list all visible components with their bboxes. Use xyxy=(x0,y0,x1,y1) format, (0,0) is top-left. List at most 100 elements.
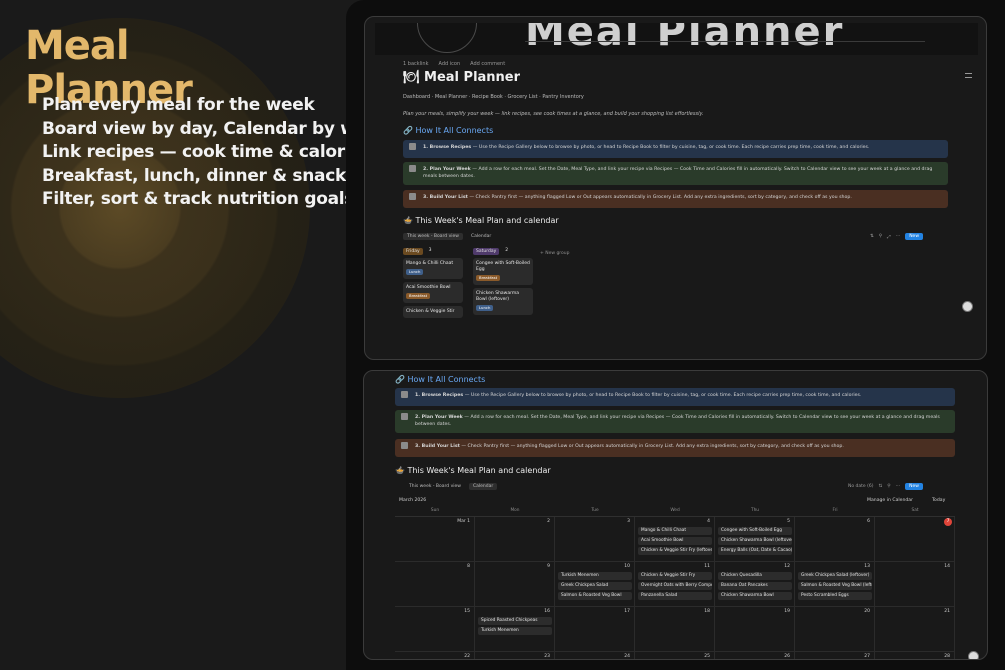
day-number: 14 xyxy=(944,564,950,569)
view-tools: ⇅ ⚲ ⤢ ⋯ New xyxy=(870,233,924,240)
calendar-day[interactable]: 22 xyxy=(395,652,475,659)
calendar-day[interactable]: 25 xyxy=(635,652,715,659)
meal-card[interactable]: Congee with Soft-Boiled Egg Breakfast xyxy=(473,258,533,285)
cover-title: Meal Planner xyxy=(525,23,845,55)
breadcrumb[interactable]: Dashboard · Meal Planner · Recipe Book ·… xyxy=(403,94,584,100)
search-icon[interactable]: ⚲ xyxy=(887,484,890,489)
meal-name: Mango & Chilli Chaat xyxy=(406,261,454,266)
tab-calendar[interactable]: Calendar xyxy=(467,233,495,240)
step-text: — Check Pantry first — anything flagged … xyxy=(459,444,844,449)
calendar-day[interactable]: 2 xyxy=(475,517,555,562)
calendar-day[interactable]: 15 xyxy=(395,607,475,652)
calendar-day[interactable]: 3 xyxy=(555,517,635,562)
calendar-day[interactable]: 24 xyxy=(555,652,635,659)
expand-icon[interactable]: ⤢ xyxy=(887,234,891,240)
no-date-link[interactable]: No date (6) xyxy=(848,484,874,489)
menu-icon[interactable] xyxy=(965,73,972,78)
calendar-day[interactable]: 11 Chicken & Veggie Stir Fry Overnight Oat… xyxy=(635,562,715,607)
calendar-event[interactable]: Overnight Oats with Berry Compote xyxy=(638,582,712,590)
calendar-day[interactable]: 8 xyxy=(395,562,475,607)
day-number: 7 xyxy=(944,518,952,526)
calendar-event[interactable]: Salmon & Roasted Veg Bowl xyxy=(558,592,632,600)
calendar-day[interactable]: 21 xyxy=(875,607,955,652)
calendar-event[interactable]: Chicken Shawarma Bowl xyxy=(718,592,792,600)
calendar-day[interactable]: 5 Congee with Soft-Boiled Egg Chicken Shaw… xyxy=(715,517,795,562)
calendar-event[interactable]: Congee with Soft-Boiled Egg xyxy=(718,527,792,535)
new-button[interactable]: New xyxy=(905,483,923,490)
calendar-event[interactable]: Banana Oat Pancakes xyxy=(718,582,792,590)
sort-icon[interactable]: ⇅ xyxy=(879,484,883,489)
day-number: 9 xyxy=(547,564,550,569)
calendar-day[interactable]: 17 xyxy=(555,607,635,652)
calendar-event[interactable]: Salmon & Roasted Veg Bowl (leftover) xyxy=(798,582,872,590)
calendar-day[interactable]: 7 xyxy=(875,517,955,562)
calendar-day[interactable]: 26 xyxy=(715,652,795,659)
notion-page-window: Meal Planner 1 backlink Add icon Add com… xyxy=(364,16,987,360)
meal-card[interactable]: Mango & Chilli Chaat Lunch xyxy=(403,258,463,279)
calendar-day[interactable]: 9 xyxy=(475,562,555,607)
add-comment-button[interactable]: Add comment xyxy=(470,61,505,67)
calendar-day[interactable]: 28 xyxy=(875,652,955,659)
calendar-event[interactable]: Chicken & Veggie Stir Fry xyxy=(638,572,712,580)
new-button[interactable]: New xyxy=(905,233,924,240)
tab-board-view[interactable]: This week - Board view xyxy=(405,483,465,490)
calendar-day[interactable]: 4 Mango & Chilli Chaat Acai Smoothie Bowl C… xyxy=(635,517,715,562)
calendar-event[interactable]: Acai Smoothie Bowl xyxy=(638,537,712,545)
calendar-day[interactable]: 20 xyxy=(795,607,875,652)
step-text: — Use the Recipe Gallery below to browse… xyxy=(471,145,870,150)
avatar[interactable] xyxy=(968,651,979,659)
calendar-day[interactable]: 23 xyxy=(475,652,555,659)
tab-board-view[interactable]: This week - Board view xyxy=(403,233,463,240)
column-header: Saturday 2 xyxy=(473,248,533,255)
more-icon[interactable]: ⋯ xyxy=(896,484,901,489)
calendar-day[interactable]: 16 Spiced Roasted Chickpeas Turkish Meneme… xyxy=(475,607,555,652)
day-number: 10 xyxy=(624,564,630,569)
calendar-event[interactable]: Chicken Quesadilla xyxy=(718,572,792,580)
calendar-day[interactable]: Mar 1 xyxy=(395,517,475,562)
calendar-day[interactable]: 12 Chicken Quesadilla Banana Oat Pancakes C… xyxy=(715,562,795,607)
calendar-day[interactable]: 19 xyxy=(715,607,795,652)
search-icon[interactable]: ⚲ xyxy=(879,234,882,239)
meal-name: Chicken & Veggie Stir xyxy=(406,309,455,314)
calendar-event[interactable]: Chicken & Veggie Stir Fry (leftover) xyxy=(638,547,712,555)
calendar-event[interactable]: Mango & Chilli Chaat xyxy=(638,527,712,535)
calendar-event[interactable]: Energy Balls (Oat, Date & Cacao) xyxy=(718,547,792,555)
step-text: — Add a row for each meal. Set the Date,… xyxy=(423,167,933,179)
meal-card[interactable]: Acai Smoothie Bowl Breakfast xyxy=(403,282,463,303)
column-count: 3 xyxy=(428,248,432,253)
calendar-event[interactable]: Turkish Menemen xyxy=(478,627,552,635)
calendar-event[interactable]: Chicken Shawarma Bowl (leftover) xyxy=(718,537,792,545)
sort-icon[interactable]: ⇅ xyxy=(870,234,874,239)
day-number: 13 xyxy=(864,564,870,569)
tab-calendar[interactable]: Calendar xyxy=(468,483,498,490)
step-label: 1. Browse Recipes xyxy=(415,393,464,398)
calendar-event[interactable]: Pesto Scrambled Eggs xyxy=(798,592,872,600)
day-number: 22 xyxy=(464,654,470,659)
bowl-icon: 🍲 xyxy=(395,466,408,475)
calendar-day[interactable]: 13 Greek Chickpea Salad (leftover) Salmon … xyxy=(795,562,875,607)
add-icon-button[interactable]: Add icon xyxy=(439,61,461,67)
avatar[interactable] xyxy=(962,301,973,312)
calendar-event[interactable]: Panzanella Salad xyxy=(638,592,712,600)
meal-card[interactable]: Chicken & Veggie Stir xyxy=(403,306,463,318)
calendar-event[interactable]: Greek Chickpea Salad (leftover) xyxy=(798,572,872,580)
backlink-button[interactable]: 1 backlink xyxy=(403,61,429,67)
weekday-label: Sun xyxy=(430,508,440,513)
how-heading-text: How It All Connects xyxy=(415,126,494,135)
calendar-event[interactable]: Turkish Menemen xyxy=(558,572,632,580)
calendar-day[interactable]: 14 xyxy=(875,562,955,607)
today-button[interactable]: Today xyxy=(932,498,945,503)
new-group-button[interactable]: + New group xyxy=(540,251,570,256)
manage-in-calendar[interactable]: Manage in Calendar xyxy=(867,498,913,503)
calendar-event[interactable]: Greek Chickpea Salad xyxy=(558,582,632,590)
number-icon xyxy=(401,442,408,449)
calendar-day[interactable]: 18 xyxy=(635,607,715,652)
calendar-day[interactable]: 6 xyxy=(795,517,875,562)
calendar-day[interactable]: 10 Turkish Menemen Greek Chickpea Salad Sal… xyxy=(555,562,635,607)
calendar-event[interactable]: Spiced Roasted Chickpeas xyxy=(478,617,552,625)
meal-card[interactable]: Chicken Shawarma Bowl (leftover) Lunch xyxy=(473,288,533,315)
calendar-day[interactable]: 27 xyxy=(795,652,875,659)
more-icon[interactable]: ⋯ xyxy=(896,234,901,239)
weekday-label: Fri xyxy=(832,508,838,513)
day-number: 15 xyxy=(464,609,470,614)
